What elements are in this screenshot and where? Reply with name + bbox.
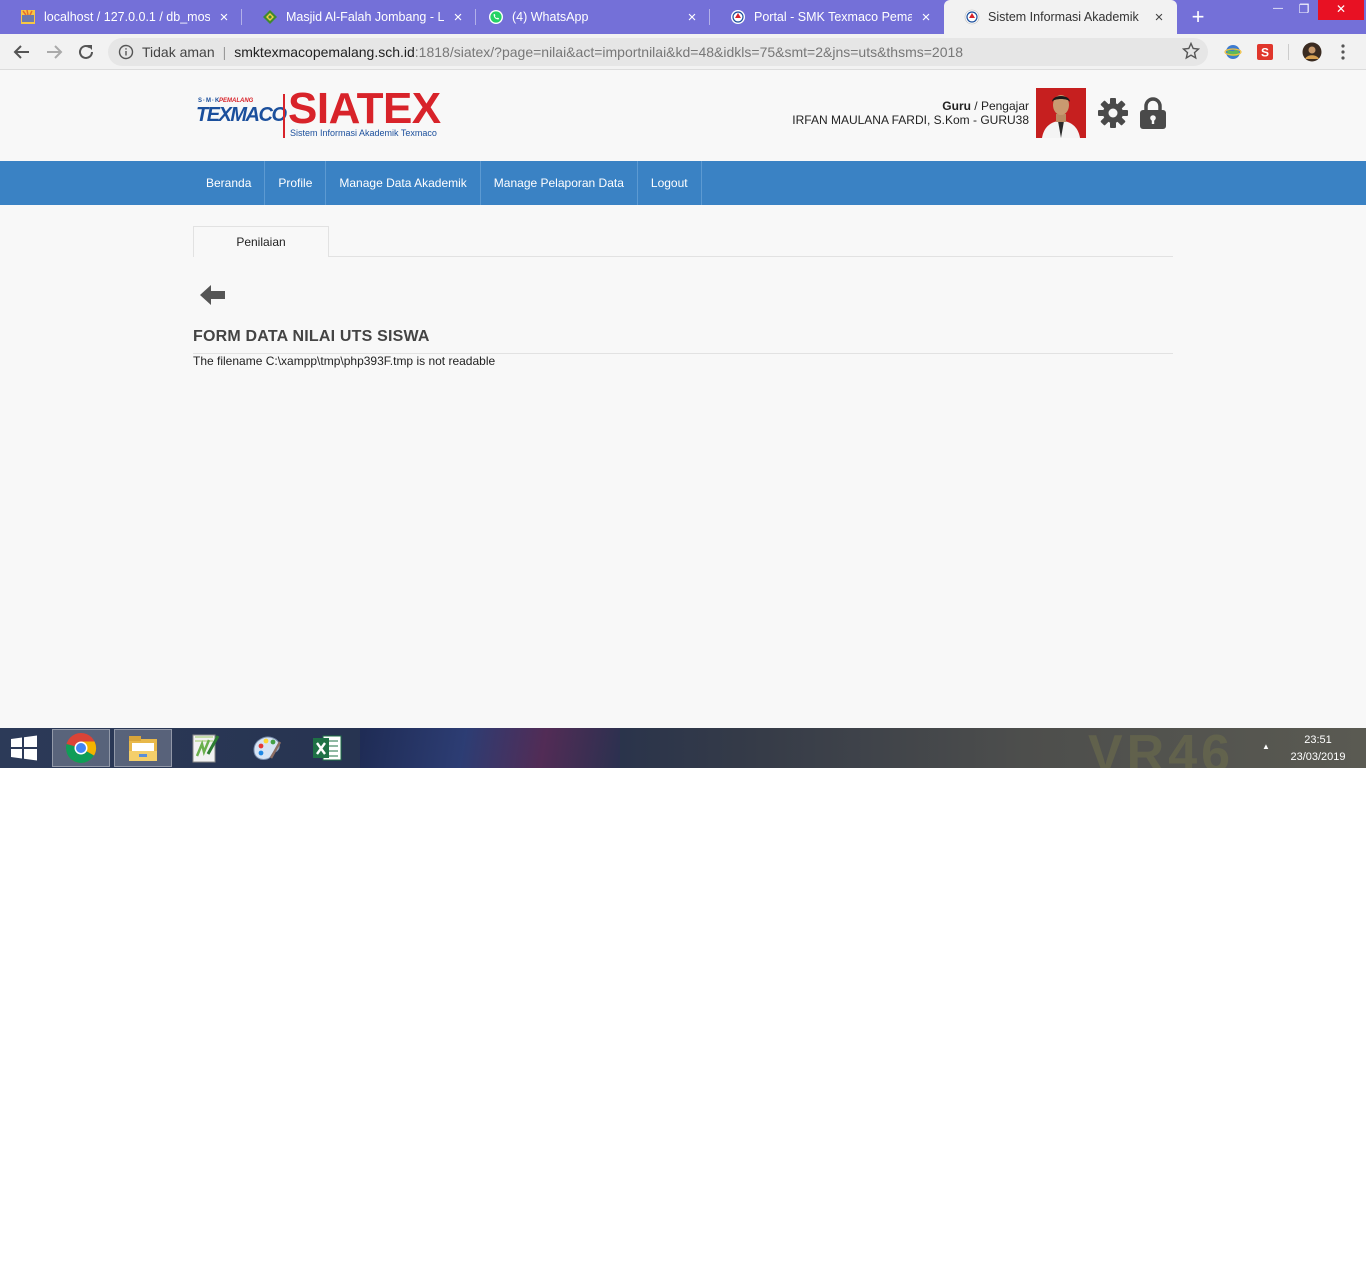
windows-taskbar: VR46 ▲ 23:51 23/03/2019	[0, 728, 1366, 768]
excel-icon	[313, 735, 342, 761]
whatsapp-icon	[488, 9, 504, 25]
siatex-logo[interactable]: S·M·K PEMALANG TEXMACO SIATEX Sistem Inf…	[195, 84, 445, 142]
browser-tab-whatsapp[interactable]: (4) WhatsApp ×	[476, 0, 710, 34]
restore-button[interactable]: ❐	[1292, 0, 1316, 20]
profile-avatar-icon[interactable]	[1302, 42, 1322, 62]
security-label[interactable]: Tidak aman	[142, 44, 215, 60]
mosque-logo-icon	[262, 9, 278, 25]
reload-icon	[79, 44, 93, 59]
phpmyadmin-icon	[20, 9, 36, 25]
tab-title: (4) WhatsApp	[512, 10, 589, 24]
toolbar-separator	[1288, 44, 1289, 60]
paint-icon	[253, 736, 282, 760]
minimize-button[interactable]: —	[1266, 0, 1290, 20]
url-path: :1818/siatex/?page=nilai&act=importnilai…	[414, 44, 964, 60]
wallpaper-strip	[360, 728, 620, 768]
role-label: Guru	[942, 99, 971, 113]
tab-close-icon[interactable]: ×	[1151, 9, 1167, 26]
user-avatar	[1036, 88, 1086, 138]
chrome-icon	[65, 733, 96, 764]
logo-subtitle: Sistem Informasi Akademik Texmaco	[290, 128, 437, 138]
tab-title: Portal - SMK Texmaco Pemalang	[754, 10, 912, 24]
address-divider: |	[222, 44, 227, 60]
gear-icon[interactable]	[1097, 97, 1129, 129]
forward-nav-button[interactable]	[42, 40, 66, 64]
nav-item-logout[interactable]: Logout	[638, 161, 702, 205]
tab-close-icon[interactable]: ×	[918, 9, 934, 26]
taskbar-excel[interactable]	[298, 729, 356, 767]
logo-texmaco-text: TEXMACO	[196, 104, 287, 126]
notepad-plus-plus-icon	[192, 734, 220, 763]
extension-s-icon[interactable]: S	[1256, 43, 1274, 61]
logo-brand-text: SIATEX	[288, 84, 441, 133]
arrow-right-icon	[47, 45, 63, 59]
tab-title: Masjid Al-Falah Jombang - Lapo	[286, 10, 444, 24]
browser-tab-masjid[interactable]: Masjid Al-Falah Jombang - Lapo ×	[242, 0, 476, 34]
error-message: The filename C:\xampp\tmp\php393F.tmp is…	[193, 354, 496, 368]
wallpaper-text: VR46	[1088, 728, 1235, 768]
tab-bar-line	[193, 256, 1173, 257]
close-window-button[interactable]: ✕	[1318, 0, 1364, 20]
chrome-menu-icon[interactable]	[1338, 43, 1348, 61]
browser-toolbar: Tidak aman | smktexmacopemalang.sch.id:1…	[0, 34, 1366, 70]
tray-expand-icon[interactable]: ▲	[1262, 742, 1270, 751]
back-nav-button[interactable]	[10, 40, 34, 64]
tab-penilaian[interactable]: Penilaian	[193, 226, 329, 257]
browser-tab-strip: localhost / 127.0.0.1 / db_mosqu × Masji…	[0, 0, 1366, 34]
back-arrow-icon[interactable]	[199, 283, 227, 307]
role-suffix: / Pengajar	[970, 99, 1029, 113]
logo-divider	[283, 94, 285, 138]
school-crest-icon	[730, 9, 746, 25]
nav-item-manage-data-akademik[interactable]: Manage Data Akademik	[326, 161, 481, 205]
clock-time[interactable]: 23:51	[1296, 734, 1340, 746]
site-header: S·M·K PEMALANG TEXMACO SIATEX Sistem Inf…	[0, 70, 1366, 161]
browser-tab-portal[interactable]: Portal - SMK Texmaco Pemalang ×	[710, 0, 944, 34]
tab-close-icon[interactable]: ×	[450, 9, 466, 26]
nav-item-beranda[interactable]: Beranda	[193, 161, 266, 205]
lock-icon[interactable]	[1138, 96, 1168, 130]
taskbar-paint[interactable]	[238, 729, 296, 767]
extension-globe-icon[interactable]	[1224, 43, 1242, 61]
tab-close-icon[interactable]: ×	[216, 9, 232, 26]
page-title: FORM DATA NILAI UTS SISWA	[193, 328, 430, 345]
taskbar-notepad-plus-plus[interactable]	[176, 729, 234, 767]
browser-tab-phpmyadmin[interactable]: localhost / 127.0.0.1 / db_mosqu ×	[0, 0, 242, 34]
svg-text:S: S	[1261, 46, 1269, 60]
info-icon	[118, 44, 134, 60]
windows-start-icon[interactable]	[8, 735, 40, 761]
nav-item-manage-pelaporan-data[interactable]: Manage Pelaporan Data	[481, 161, 638, 205]
address-bar[interactable]: Tidak aman | smktexmacopemalang.sch.id:1…	[108, 38, 1208, 66]
user-role: Guru / Pengajar	[942, 99, 1029, 113]
tab-close-icon[interactable]: ×	[684, 9, 700, 26]
user-name: IRFAN MAULANA FARDI, S.Kom - GURU38	[792, 113, 1029, 127]
nav-menu: Beranda Profile Manage Data Akademik Man…	[193, 161, 702, 205]
taskbar-chrome[interactable]	[52, 729, 110, 767]
taskbar-file-explorer[interactable]	[114, 729, 172, 767]
tab-title: Sistem Informasi Akademik	[988, 10, 1139, 24]
arrow-left-icon	[13, 45, 29, 59]
reload-button[interactable]	[74, 40, 98, 64]
tab-title: localhost / 127.0.0.1 / db_mosqu	[44, 10, 210, 24]
clock-date[interactable]: 23/03/2019	[1286, 751, 1350, 763]
school-crest-icon	[964, 9, 980, 25]
main-navigation: Beranda Profile Manage Data Akademik Man…	[0, 161, 1366, 205]
bookmark-star-icon[interactable]	[1182, 42, 1200, 60]
browser-tab-siatex[interactable]: Sistem Informasi Akademik ×	[944, 0, 1177, 34]
file-explorer-icon	[129, 736, 157, 761]
url-host: smktexmacopemalang.sch.id	[234, 44, 415, 60]
screen: localhost / 127.0.0.1 / db_mosqu × Masji…	[0, 0, 1366, 768]
nav-item-profile[interactable]: Profile	[265, 161, 327, 205]
new-tab-button[interactable]: +	[1186, 5, 1210, 29]
